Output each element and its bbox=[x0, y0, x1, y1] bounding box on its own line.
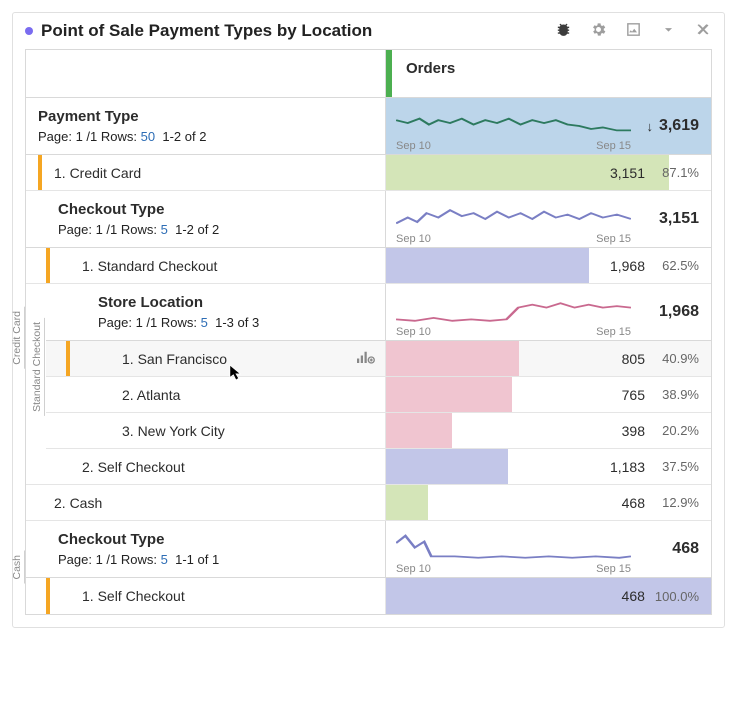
standard-checkout-breakdown: Standard Checkout Store Location Page: 1… bbox=[46, 284, 711, 449]
table-row[interactable]: 2. Cash 468 12.9% bbox=[26, 485, 711, 521]
payment-type-dimension-header[interactable]: Payment Type Page: 1 /1 Rows: 50 1-2 of … bbox=[26, 98, 711, 155]
dimension-total: 1,968 bbox=[659, 303, 699, 321]
dimension-pagination: Page: 1 /1 Rows: 50 1-2 of 2 bbox=[38, 129, 373, 144]
rows-limit-link[interactable]: 5 bbox=[201, 315, 208, 330]
analysis-panel: Point of Sale Payment Types by Location bbox=[12, 12, 725, 628]
dimension-pagination: Page: 1 /1 Rows: 5 1-3 of 3 bbox=[98, 315, 373, 330]
panel-title: Point of Sale Payment Types by Location bbox=[41, 21, 547, 41]
table-row[interactable]: 1. Standard Checkout 1,968 62.5% bbox=[26, 248, 711, 284]
credit-card-breakdown: Credit Card Checkout Type Page: 1 /1 Row… bbox=[26, 191, 711, 485]
side-label-standard-checkout: Standard Checkout bbox=[30, 318, 45, 416]
panel-toolbar bbox=[555, 21, 712, 41]
side-label-cash: Cash bbox=[10, 551, 25, 584]
table-row[interactable]: 2. Self Checkout 1,183 37.5% bbox=[26, 449, 711, 485]
dimension-pagination: Page: 1 /1 Rows: 5 1-2 of 2 bbox=[58, 222, 373, 237]
table-row[interactable]: 2. Atlanta 765 38.9% bbox=[46, 377, 711, 413]
row-label: 1. Credit Card bbox=[42, 165, 141, 181]
table-row[interactable]: 3. New York City 398 20.2% bbox=[46, 413, 711, 449]
metric-total: 3,619 bbox=[659, 117, 699, 135]
cash-breakdown: Cash Checkout Type Page: 1 /1 Rows: 5 1-… bbox=[26, 521, 711, 614]
dimension-header-cell bbox=[26, 50, 386, 97]
metric-color-marker bbox=[386, 50, 392, 97]
dimension-total: 3,151 bbox=[659, 210, 699, 228]
side-label-credit-card: Credit Card bbox=[10, 307, 25, 369]
debug-icon[interactable] bbox=[555, 21, 572, 41]
row-value: 3,151 bbox=[610, 165, 645, 181]
panel-header: Point of Sale Payment Types by Location bbox=[13, 13, 724, 49]
breakdown-table: Orders Payment Type Page: 1 /1 Rows: 50 … bbox=[25, 49, 712, 615]
status-dot-icon bbox=[25, 27, 33, 35]
settings-gear-icon[interactable] bbox=[590, 21, 607, 41]
row-label: 1. Standard Checkout bbox=[50, 258, 217, 274]
spark-end-label: Sep 15 bbox=[596, 140, 631, 152]
rows-limit-link[interactable]: 50 bbox=[141, 129, 155, 144]
export-image-icon[interactable] bbox=[625, 21, 642, 41]
checkout-type-dimension-header[interactable]: Checkout Type Page: 1 /1 Rows: 5 1-1 of … bbox=[26, 521, 711, 578]
table-row[interactable]: 1. Credit Card 3,151 87.1% bbox=[26, 155, 711, 191]
breakdown-icon[interactable] bbox=[357, 350, 375, 367]
dimension-title: Store Location bbox=[98, 294, 373, 311]
metric-header-cell[interactable]: Orders bbox=[386, 50, 711, 97]
row-percent: 87.1% bbox=[655, 165, 699, 180]
rows-limit-link[interactable]: 5 bbox=[161, 222, 168, 237]
rows-limit-link[interactable]: 5 bbox=[161, 552, 168, 567]
spark-start-label: Sep 10 bbox=[396, 140, 431, 152]
close-icon[interactable] bbox=[695, 21, 712, 41]
table-header-row: Orders bbox=[26, 50, 711, 98]
store-location-dimension-header[interactable]: Store Location Page: 1 /1 Rows: 5 1-3 of… bbox=[46, 284, 711, 341]
metric-name: Orders bbox=[406, 60, 455, 77]
table-row[interactable]: 1. San Francisco 805 40.9% bbox=[46, 341, 711, 377]
trend-down-icon: ↓ bbox=[646, 119, 653, 134]
table-row[interactable]: 1. Self Checkout 468 100.0% bbox=[26, 578, 711, 614]
collapse-chevron-icon[interactable] bbox=[660, 21, 677, 41]
dimension-title: Payment Type bbox=[38, 108, 373, 125]
checkout-type-dimension-header[interactable]: Checkout Type Page: 1 /1 Rows: 5 1-2 of … bbox=[26, 191, 711, 248]
dimension-title: Checkout Type bbox=[58, 201, 373, 218]
